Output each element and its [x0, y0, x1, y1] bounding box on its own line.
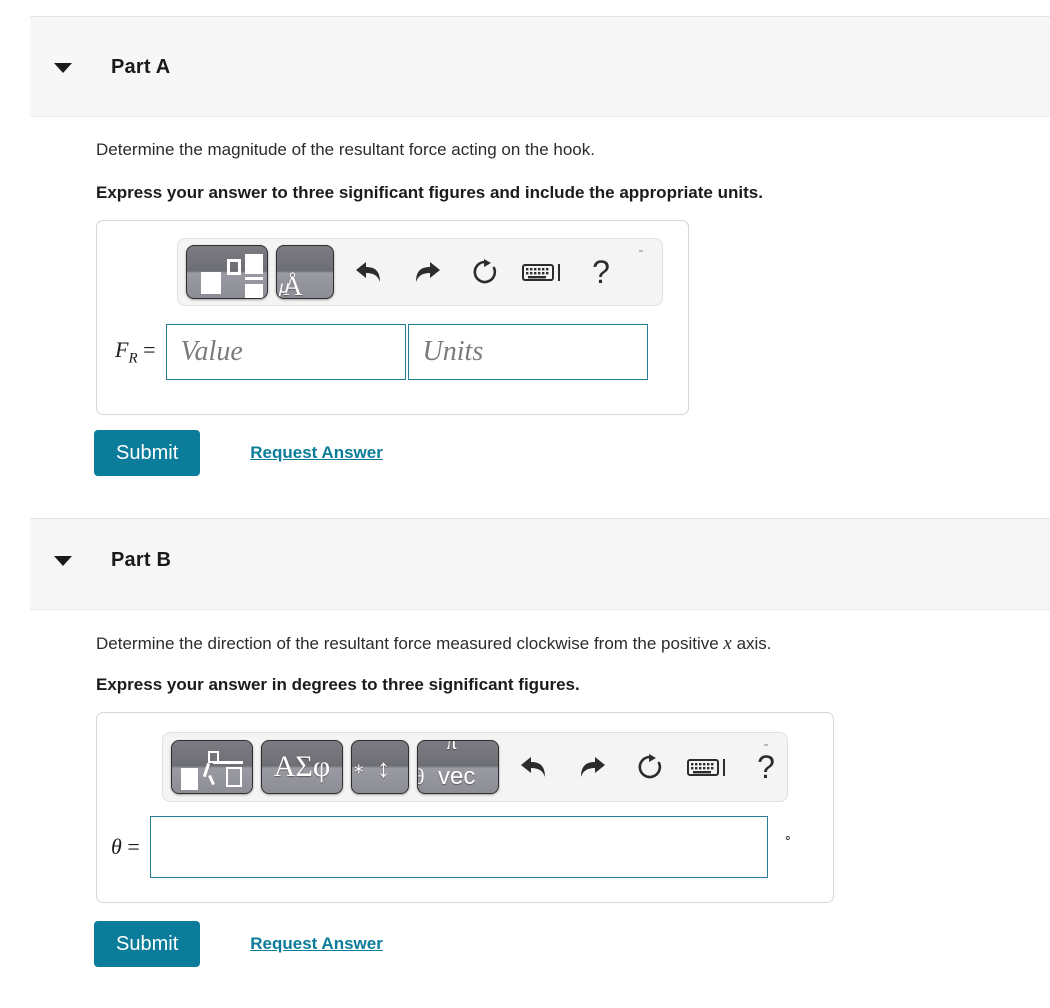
greek-symbols-button[interactable]: ΑΣφ [261, 740, 343, 794]
request-answer-link-part-b[interactable]: Request Answer [250, 934, 383, 954]
part-b-prompt-after: axis. [731, 634, 772, 653]
part-a-instruction: Express your answer to three significant… [96, 183, 763, 202]
part-b-prompt: Determine the direction of the resultant… [96, 631, 772, 657]
part-a-answer-row: FR = [115, 324, 648, 380]
part-b-actions: Submit Request Answer [94, 921, 383, 967]
units-input[interactable] [407, 324, 648, 380]
undo-icon[interactable] [511, 741, 557, 793]
undo-icon[interactable] [346, 246, 392, 298]
help-icon[interactable]: ? [578, 246, 624, 298]
part-a-math-toolbar: Å 𝜇 ? [177, 238, 663, 306]
math-units-prefix-glyph: 𝜇 [276, 277, 289, 297]
homework-question-page: Part A Determine the magnitude of the re… [0, 0, 1050, 1008]
math-template-boxes-button[interactable] [186, 245, 268, 299]
math-template-radical-button[interactable] [171, 740, 253, 794]
degree-unit-label: ∘ [783, 830, 792, 845]
caret-down-icon[interactable] [54, 63, 72, 73]
greek-symbols-glyph: ΑΣφ [273, 750, 331, 783]
part-b-math-toolbar: ΑΣφ ⁎ ↕ π θ vec [162, 732, 788, 802]
submit-button-part-a[interactable]: Submit [94, 430, 201, 476]
vector-button[interactable]: π θ vec [417, 740, 499, 794]
part-b-prompt-variable: x [723, 633, 732, 654]
part-b-instruction: Express your answer in degrees to three … [96, 675, 580, 694]
part-b-answer-row: θ = ∘ [111, 816, 792, 878]
theta-glyph: θ [418, 766, 425, 788]
math-operators-button[interactable]: ⁎ ↕ [351, 740, 409, 794]
theta-input[interactable] [149, 816, 768, 878]
part-b-answer-container: ΑΣφ ⁎ ↕ π θ vec [96, 712, 834, 903]
part-b-prompt-before: Determine the direction of the resultant… [96, 634, 724, 653]
request-answer-link-part-a[interactable]: Request Answer [250, 443, 383, 463]
redo-icon[interactable] [569, 741, 615, 793]
reset-icon[interactable] [627, 741, 673, 793]
caret-down-icon[interactable] [54, 556, 72, 566]
part-a-variable-label: FR = [115, 336, 156, 367]
value-input[interactable] [165, 324, 406, 380]
toolbar-marker-dot [639, 250, 643, 252]
math-template-boxes-icon [187, 246, 267, 298]
asterisk-glyph: ⁎ [354, 757, 364, 778]
math-template-radical-icon [172, 741, 252, 793]
part-b-variable-label: θ = [111, 834, 140, 859]
math-operators-glyph: ↕ [377, 753, 390, 783]
redo-icon[interactable] [404, 246, 450, 298]
part-a-title: Part A [111, 56, 171, 78]
vector-glyph: vec [438, 763, 476, 790]
part-b-title: Part B [111, 549, 172, 571]
part-a-header[interactable]: Part A [30, 16, 1050, 117]
toolbar-marker-dot [764, 744, 768, 746]
part-a-actions: Submit Request Answer [94, 430, 383, 476]
math-units-angstrom-button[interactable]: Å 𝜇 [276, 245, 334, 299]
reset-icon[interactable] [462, 246, 508, 298]
submit-button-part-b[interactable]: Submit [94, 921, 201, 967]
part-a-prompt: Determine the magnitude of the resultant… [96, 140, 595, 159]
keyboard-icon[interactable] [520, 246, 566, 298]
part-b-header[interactable]: Part B [30, 518, 1050, 610]
help-icon[interactable]: ? [743, 741, 789, 793]
keyboard-icon[interactable] [685, 741, 731, 793]
pi-glyph: π [446, 740, 458, 754]
part-a-answer-container: Å 𝜇 ? FR = Value Units [96, 220, 689, 415]
